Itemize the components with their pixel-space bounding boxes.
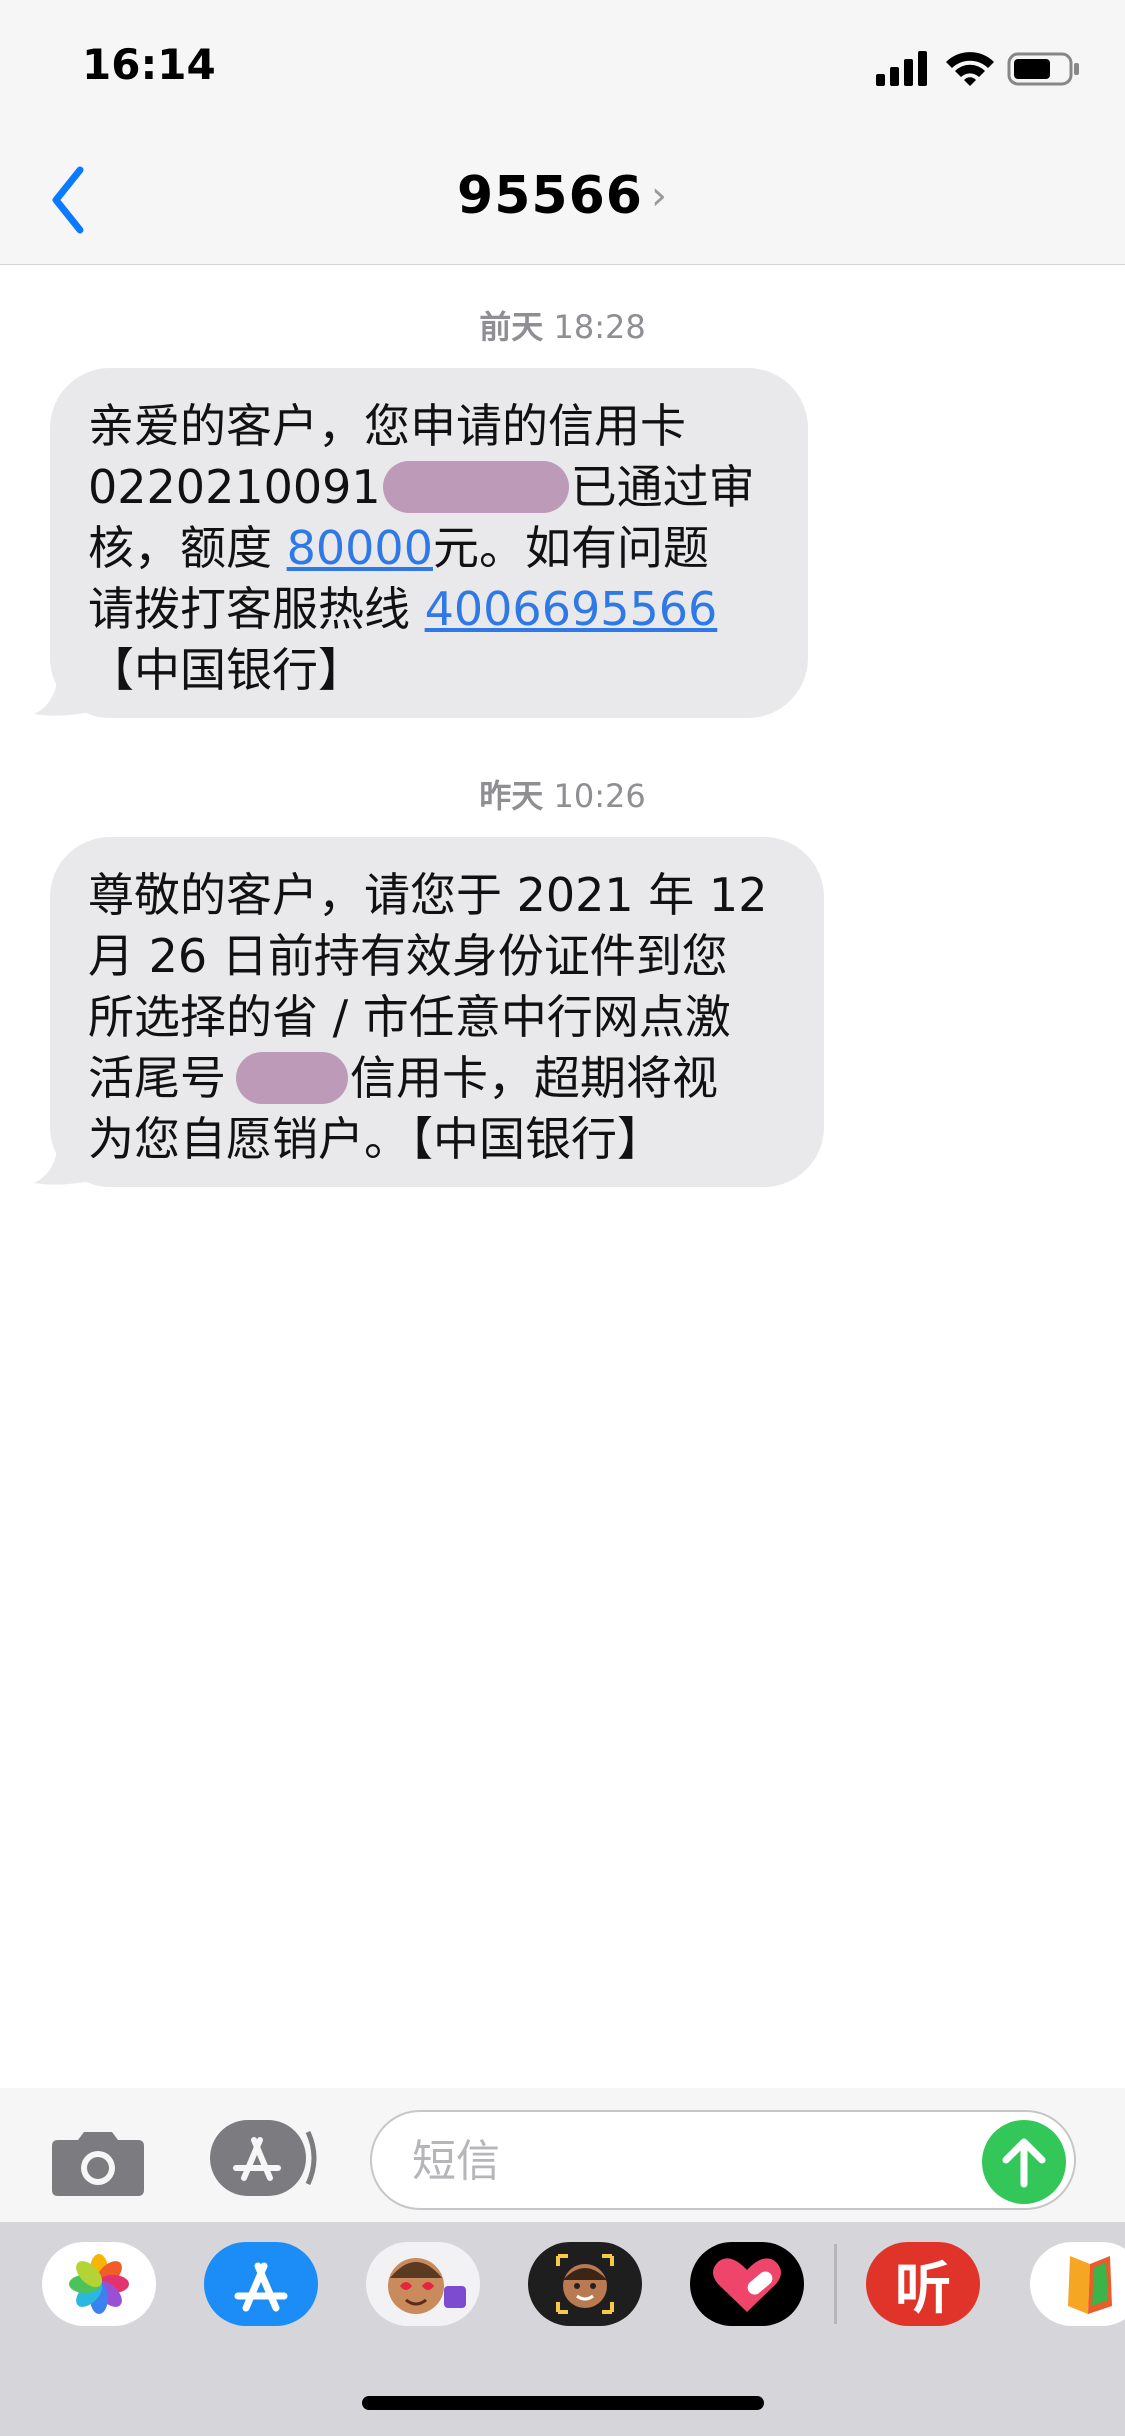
message-line: 尊敬的客户，请您于 2021 年 12 [88, 868, 768, 922]
camera-icon[interactable] [50, 2126, 146, 2198]
redaction-mark [236, 1052, 348, 1104]
details-chevron-icon: › [650, 173, 668, 219]
message-input-field[interactable] [370, 2110, 1076, 2210]
message-bubble[interactable]: 尊敬的客户，请您于 2021 年 12 月 26 日前持有效身份证件到您 所选择… [50, 837, 824, 1187]
message-line: 核，额度 80000元。如有问题 [88, 521, 709, 575]
drawer-divider [834, 2244, 837, 2324]
message-line: 所选择的省 / 市任意中行网点激 [88, 990, 731, 1044]
message-line: 0220210091 已通过审 [88, 460, 755, 514]
cellular-signal-icon [876, 51, 927, 86]
photos-app-icon[interactable] [42, 2242, 156, 2326]
navigation-header: 16:14 95566 › [0, 0, 1125, 265]
ting-app-icon[interactable]: 听 [866, 2242, 980, 2326]
hotline-phone-link[interactable]: 4006695566 [425, 582, 718, 636]
home-indicator[interactable] [362, 2396, 764, 2410]
contact-name: 95566 [457, 166, 643, 226]
sms-text-input[interactable] [410, 2130, 974, 2192]
redaction-mark [382, 461, 569, 513]
app-store-icon[interactable] [208, 2118, 318, 2198]
contact-title[interactable]: 95566 › [0, 166, 1125, 226]
message-line: 请拨打客服热线 4006695566 [88, 582, 718, 636]
credit-limit-link[interactable]: 80000 [287, 521, 433, 575]
digital-touch-icon[interactable] [690, 2242, 804, 2326]
message-line: 【中国银行】 [88, 643, 364, 697]
books-app-icon[interactable] [1030, 2242, 1125, 2326]
status-time: 16:14 [82, 40, 216, 89]
arrow-up-icon [1002, 2138, 1046, 2188]
wifi-icon [946, 52, 994, 86]
message-line: 活尾号 信用卡，超期将视 [88, 1051, 718, 1105]
send-button[interactable] [982, 2120, 1066, 2204]
status-icons [876, 51, 1079, 86]
message-timestamp: 前天 18:28 [479, 308, 646, 346]
memoji-stickers-icon[interactable] [366, 2242, 480, 2326]
compose-bar [0, 2088, 1125, 2222]
message-line: 亲爱的客户，您申请的信用卡 [88, 399, 686, 453]
message-timestamp: 昨天 10:26 [479, 777, 646, 815]
message-bubble[interactable]: 亲爱的客户，您申请的信用卡 0220210091 已通过审 核，额度 80000元… [50, 368, 808, 718]
animoji-icon[interactable] [528, 2242, 642, 2326]
battery-icon [1007, 52, 1079, 86]
message-line: 月 26 日前持有效身份证件到您 [88, 929, 728, 983]
app-store-app-icon[interactable] [204, 2242, 318, 2326]
ting-app-label: 听 [895, 2256, 951, 2322]
message-line: 为您自愿销户。【中国银行】 [88, 1112, 663, 1166]
